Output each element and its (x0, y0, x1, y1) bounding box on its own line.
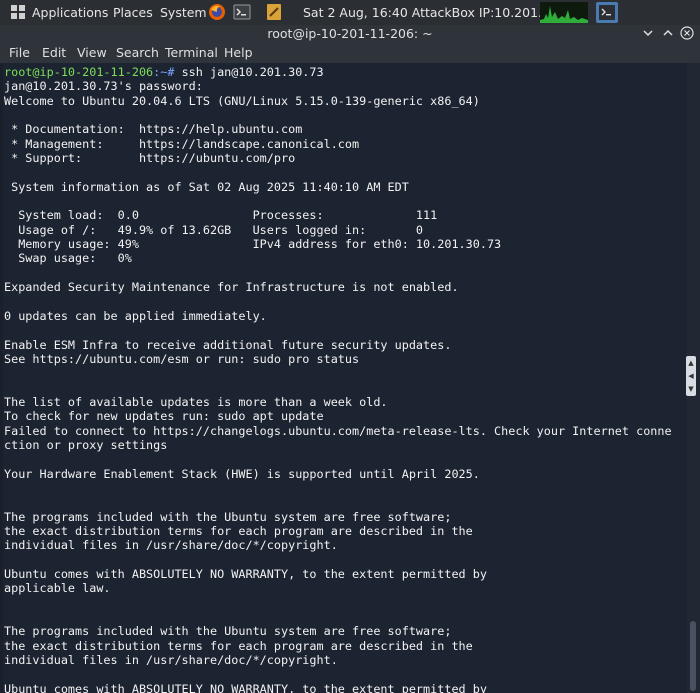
menu-edit[interactable]: Edit (42, 43, 66, 63)
menu-terminal[interactable]: Terminal (165, 43, 218, 63)
system-menu[interactable]: System (160, 0, 207, 25)
terminal-line: * Documentation: https://help.ubuntu.com (4, 122, 303, 137)
menu-view[interactable]: View (77, 43, 107, 63)
terminal-line: individual files in /usr/share/doc/*/cop… (4, 538, 338, 553)
terminal-line: The programs included with the Ubuntu sy… (4, 624, 452, 639)
terminal-line: Ubuntu comes with ABSOLUTELY NO WARRANTY… (4, 567, 487, 582)
terminal-line: Usage of /: 49.9% of 13.62GB Users logge… (4, 222, 424, 237)
terminal-icon[interactable] (233, 3, 251, 21)
firefox-icon[interactable] (208, 3, 226, 21)
side-panel-handle[interactable]: ▲ ◀ ▼ (686, 356, 696, 396)
terminal-line: System load: 0.0 Processes: 111 (4, 208, 438, 223)
maximize-icon[interactable] (661, 26, 675, 40)
cpu-monitor-icon[interactable] (540, 2, 588, 23)
terminal-line: The programs included with the Ubuntu sy… (4, 509, 452, 524)
terminal-line: individual files in /usr/share/doc/*/cop… (4, 653, 338, 668)
terminal-line: Swap usage: 0% (4, 251, 132, 266)
terminal-area[interactable]: root@ip-10-201-11-206:~# ssh jan@10.201.… (3, 63, 687, 693)
menu-help[interactable]: Help (224, 43, 253, 63)
terminal-line: Failed to connect to https://changelogs.… (4, 423, 672, 438)
applications-menu[interactable]: Applications (32, 0, 108, 25)
chevron-left-icon: ◀ (688, 371, 694, 380)
menu-bar: File Edit View Search Terminal Help (0, 43, 700, 63)
menu-search[interactable]: Search (116, 43, 159, 63)
terminal-line: To check for new updates run: sudo apt u… (4, 409, 324, 424)
chevron-up-icon: ▲ (688, 358, 694, 367)
minimize-icon[interactable] (641, 26, 655, 40)
terminal-line: * Support: https://ubuntu.com/pro (4, 151, 296, 166)
terminal-line: the exact distribution terms for each pr… (4, 524, 473, 538)
terminal-line: System information as of Sat 02 Aug 2025… (4, 179, 409, 194)
terminal-line: Expanded Security Maintenance for Infras… (4, 280, 459, 295)
terminal-line: See https://ubuntu.com/esm or run: sudo … (4, 351, 360, 366)
terminal-line: applicable law. (4, 581, 111, 596)
terminal-line: the exact distribution terms for each pr… (4, 638, 473, 653)
close-icon[interactable] (680, 26, 694, 40)
terminal-line: jan@10.201.30.73's password: (4, 79, 203, 94)
terminal-line: 0 updates can be applied immediately. (4, 308, 267, 323)
window-title: root@ip-10-201-11-206: ~ (267, 26, 433, 41)
applications-icon[interactable] (10, 4, 26, 20)
terminal-line: The list of available updates is more th… (4, 394, 388, 409)
terminal-output: root@ip-10-201-11-206:~# ssh jan@10.201.… (3, 63, 687, 693)
prompt-user: root@ip-10-201-11-206 (4, 65, 154, 79)
output-lines: jan@10.201.30.73's password: Welcome to … (4, 79, 672, 693)
text-editor-icon[interactable] (265, 3, 283, 21)
scrollbar-thumb[interactable] (690, 621, 696, 691)
top-panel: Applications Places System Sat 2 Aug, 16… (0, 0, 700, 25)
terminal-line: ction or proxy settings (4, 437, 168, 452)
terminal-line: Ubuntu comes with ABSOLUTELY NO WARRANTY… (4, 681, 487, 693)
terminal-line: Memory usage: 49% IPv4 address for eth0:… (4, 237, 502, 252)
window-titlebar[interactable]: root@ip-10-201-11-206: ~ (0, 25, 700, 43)
terminal-line: * Management: https://landscape.canonica… (4, 136, 360, 151)
prompt-path: :~# (153, 65, 175, 79)
terminal-line: Welcome to Ubuntu 20.04.6 LTS (GNU/Linux… (4, 93, 480, 108)
menu-file[interactable]: File (9, 43, 30, 63)
terminal-line: Your Hardware Enablement Stack (HWE) is … (4, 466, 480, 481)
command-text: ssh jan@10.201.30.73 (174, 65, 324, 79)
places-menu[interactable]: Places (113, 0, 153, 25)
terminal-line: Enable ESM Infra to receive additional f… (4, 337, 452, 352)
terminal-task-icon[interactable] (596, 2, 618, 23)
chevron-down-icon: ▼ (688, 385, 694, 394)
